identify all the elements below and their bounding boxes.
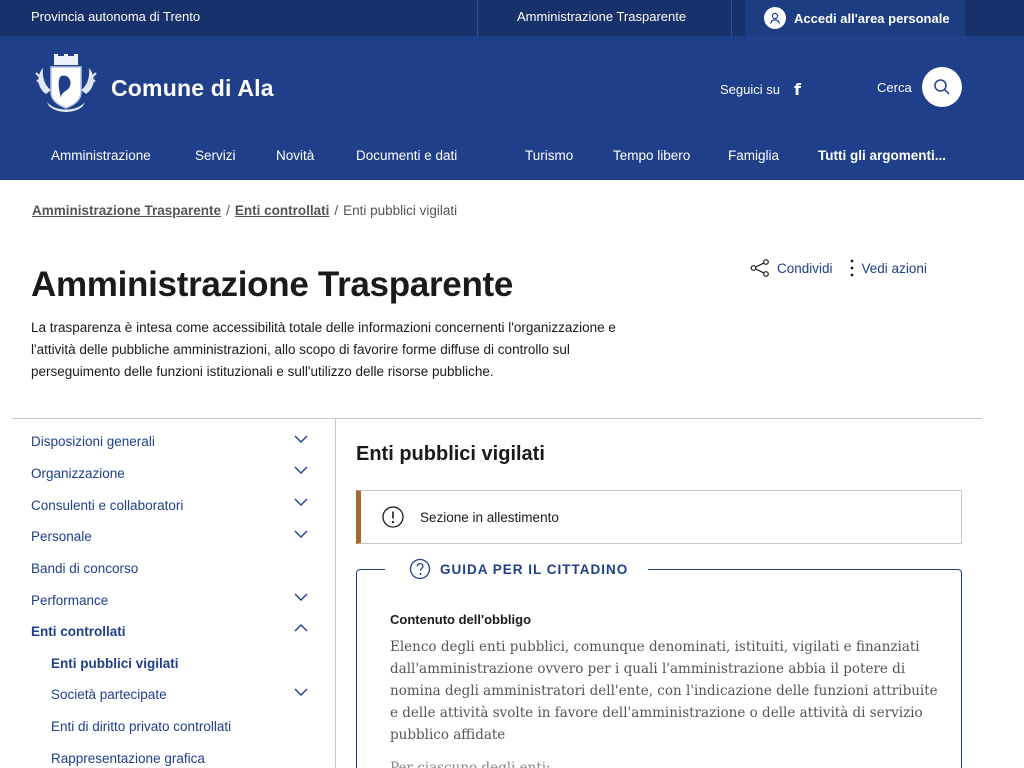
info-alert: Sezione in allestimento (356, 490, 962, 544)
sidebar-subitem-enti-pubblici-vigilati[interactable]: Enti pubblici vigilati (51, 656, 179, 671)
breadcrumb-current: Enti pubblici vigilati (343, 203, 458, 218)
search-label: Cerca (877, 80, 912, 95)
site-title[interactable]: Comune di Ala (111, 75, 274, 102)
breadcrumb-separator: / (334, 203, 339, 218)
sidebar-item-enti-controllati[interactable]: Enti controllati (31, 624, 126, 639)
divider (731, 0, 732, 36)
actions-label: Vedi azioni (861, 260, 927, 276)
guide-heading-text: GUIDA PER IL CITTADINO (440, 561, 629, 577)
sidebar-item-personale[interactable]: Personale (31, 529, 92, 544)
guide-body-continued: Per ciascuno degli enti: (390, 760, 551, 768)
search-icon (934, 79, 950, 95)
social-follow: Seguici su f (720, 80, 801, 99)
page-intro: La trasparenza è intesa come accessibili… (31, 320, 616, 379)
nav-item-all-topics[interactable]: Tutti gli argomenti... (818, 148, 946, 163)
chevron-down-icon[interactable] (294, 687, 308, 697)
alert-text: Sezione in allestimento (420, 509, 559, 525)
exclamation-circle-icon (382, 506, 404, 528)
nav-item-tempo-libero[interactable]: Tempo libero (613, 148, 690, 163)
header: Comune di Ala Seguici su f Cerca Amminis… (0, 36, 1024, 180)
sidebar-navigation: Disposizioni generali Organizzazione Con… (12, 419, 336, 768)
nav-item-turismo[interactable]: Turismo (525, 148, 573, 163)
divider (477, 0, 478, 36)
region-link[interactable]: Provincia autonoma di Trento (31, 9, 200, 24)
coat-of-arms-logo[interactable] (33, 54, 99, 120)
chevron-down-icon[interactable] (294, 497, 308, 507)
sidebar-subitem-societa-partecipate[interactable]: Società partecipate (51, 687, 167, 702)
facebook-icon[interactable]: f (794, 80, 801, 99)
share-icon (750, 259, 769, 277)
breadcrumb: Amministrazione Trasparente / Enti control… (32, 203, 457, 218)
main-navigation: Amministrazione Servizi Novità Documenti… (0, 148, 1024, 168)
page-title: Amministrazione Trasparente (31, 265, 514, 304)
nav-item-famiglia[interactable]: Famiglia (728, 148, 779, 163)
login-label: Accedi all'area personale (794, 10, 950, 26)
sidebar-item-performance[interactable]: Performance (31, 593, 108, 608)
chevron-up-icon[interactable] (294, 623, 308, 633)
more-vertical-icon (850, 259, 853, 277)
search-button[interactable] (922, 67, 962, 107)
transparency-link[interactable]: Amministrazione Trasparente (517, 9, 686, 24)
top-bar: Provincia autonoma di Trento Amministraz… (0, 0, 1024, 36)
breadcrumb-link[interactable]: Amministrazione Trasparente (32, 203, 221, 218)
nav-item-amministrazione[interactable]: Amministrazione (51, 148, 151, 163)
guide-subheading: Contenuto dell'obbligo (390, 612, 532, 627)
chevron-down-icon[interactable] (294, 529, 308, 539)
share-button[interactable]: Condividi (750, 259, 833, 277)
chevron-down-icon[interactable] (294, 465, 308, 475)
section-title: Enti pubblici vigilati (356, 443, 545, 465)
citizen-guide-box: GUIDA PER IL CITTADINO Contenuto dell'ob… (356, 558, 962, 768)
actions-menu-button[interactable]: Vedi azioni (849, 258, 927, 278)
sidebar-subitem-rappresentazione[interactable]: Rappresentazione grafica (51, 751, 205, 766)
guide-body: Elenco degli enti pubblici, comunque den… (390, 639, 938, 743)
follow-label: Seguici su (720, 82, 780, 97)
breadcrumb-link[interactable]: Enti controllati (235, 203, 330, 218)
question-circle-icon (409, 558, 431, 580)
page-actions: Condividi Vedi azioni (750, 258, 927, 278)
breadcrumb-separator: / (226, 203, 230, 218)
sidebar-item-disposizioni[interactable]: Disposizioni generali (31, 434, 155, 449)
nav-item-documenti[interactable]: Documenti e dati (356, 148, 457, 163)
chevron-down-icon[interactable] (294, 592, 308, 602)
user-icon (764, 7, 786, 29)
sidebar-subitem-enti-privato[interactable]: Enti di diritto privato controllati (51, 719, 231, 734)
login-button[interactable]: Accedi all'area personale (745, 0, 965, 36)
sidebar-item-bandi[interactable]: Bandi di concorso (31, 561, 138, 576)
guide-heading: GUIDA PER IL CITTADINO (385, 558, 649, 580)
nav-item-novita[interactable]: Novità (276, 148, 314, 163)
share-label: Condividi (777, 260, 833, 276)
chevron-down-icon[interactable] (294, 434, 308, 444)
sidebar-item-organizzazione[interactable]: Organizzazione (31, 466, 125, 481)
sidebar-item-consulenti[interactable]: Consulenti e collaboratori (31, 498, 183, 513)
nav-item-servizi[interactable]: Servizi (195, 148, 236, 163)
